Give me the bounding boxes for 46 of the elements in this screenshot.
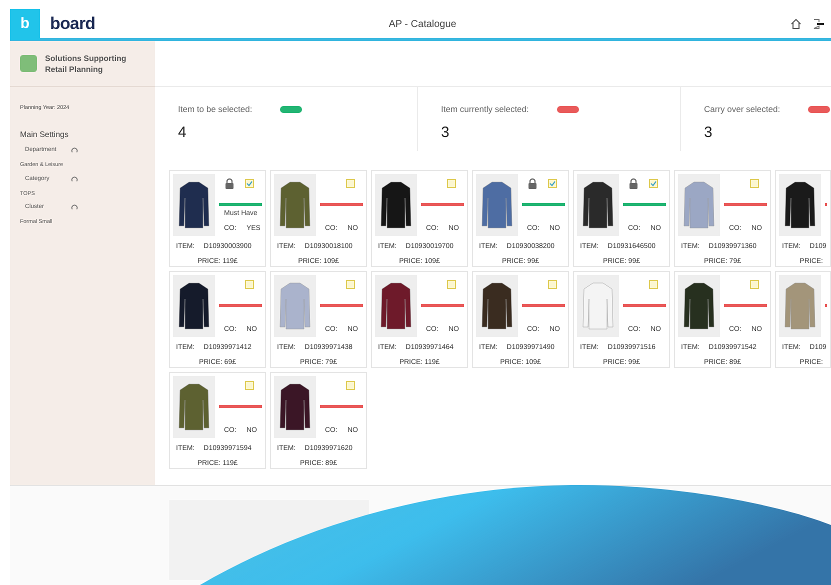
kpi-label: Carry over selected: — [704, 103, 780, 116]
checkbox[interactable] — [346, 380, 355, 390]
status-bar — [522, 304, 565, 307]
checkbox[interactable] — [245, 380, 254, 390]
refresh-icon[interactable] — [71, 147, 78, 154]
status-bar — [320, 405, 363, 408]
status-bar — [421, 304, 464, 307]
home-icon[interactable] — [790, 18, 802, 30]
status-bar — [421, 203, 464, 206]
kpi-value: 4 — [178, 122, 188, 143]
checkbox[interactable] — [649, 280, 658, 288]
logout-icon[interactable] — [812, 18, 824, 30]
app-name: Retail Planning — [45, 64, 104, 74]
status-bar — [522, 203, 565, 206]
checkbox[interactable] — [245, 280, 254, 288]
section-title: Main Settings — [20, 129, 70, 142]
checkbox[interactable] — [750, 178, 759, 188]
checkbox[interactable] — [447, 178, 456, 188]
checkbox[interactable] — [548, 280, 557, 288]
app-name: Solutions Supporting — [45, 52, 126, 64]
status-bar — [219, 405, 262, 408]
status-bar — [219, 304, 262, 307]
status-bar — [320, 304, 363, 307]
status-bar — [724, 304, 767, 307]
status-bar — [320, 203, 363, 206]
kpi-label: Item to be selected: — [178, 103, 252, 116]
checkbox[interactable] — [750, 280, 759, 288]
checkbox[interactable] — [346, 280, 355, 288]
status-bar — [623, 203, 666, 206]
status-bar — [219, 203, 262, 206]
status-bar — [623, 304, 666, 307]
refresh-icon[interactable] — [71, 204, 78, 211]
window-title: AP - Catalogue — [388, 18, 456, 32]
refresh-icon[interactable] — [71, 176, 78, 182]
checkbox[interactable] — [649, 178, 658, 188]
checkbox[interactable] — [346, 178, 355, 188]
brand-logo: board — [50, 13, 96, 36]
checkbox[interactable] — [548, 178, 557, 188]
status-bar — [724, 203, 767, 206]
kpi-value: 3 — [704, 122, 714, 143]
logo-mark: b — [10, 8, 40, 40]
app-icon — [20, 55, 37, 72]
checkbox[interactable] — [447, 280, 456, 288]
checkbox[interactable] — [245, 178, 254, 188]
kpi-value: 3 — [441, 122, 450, 143]
kpi-label: Item currently selected: — [441, 103, 529, 116]
